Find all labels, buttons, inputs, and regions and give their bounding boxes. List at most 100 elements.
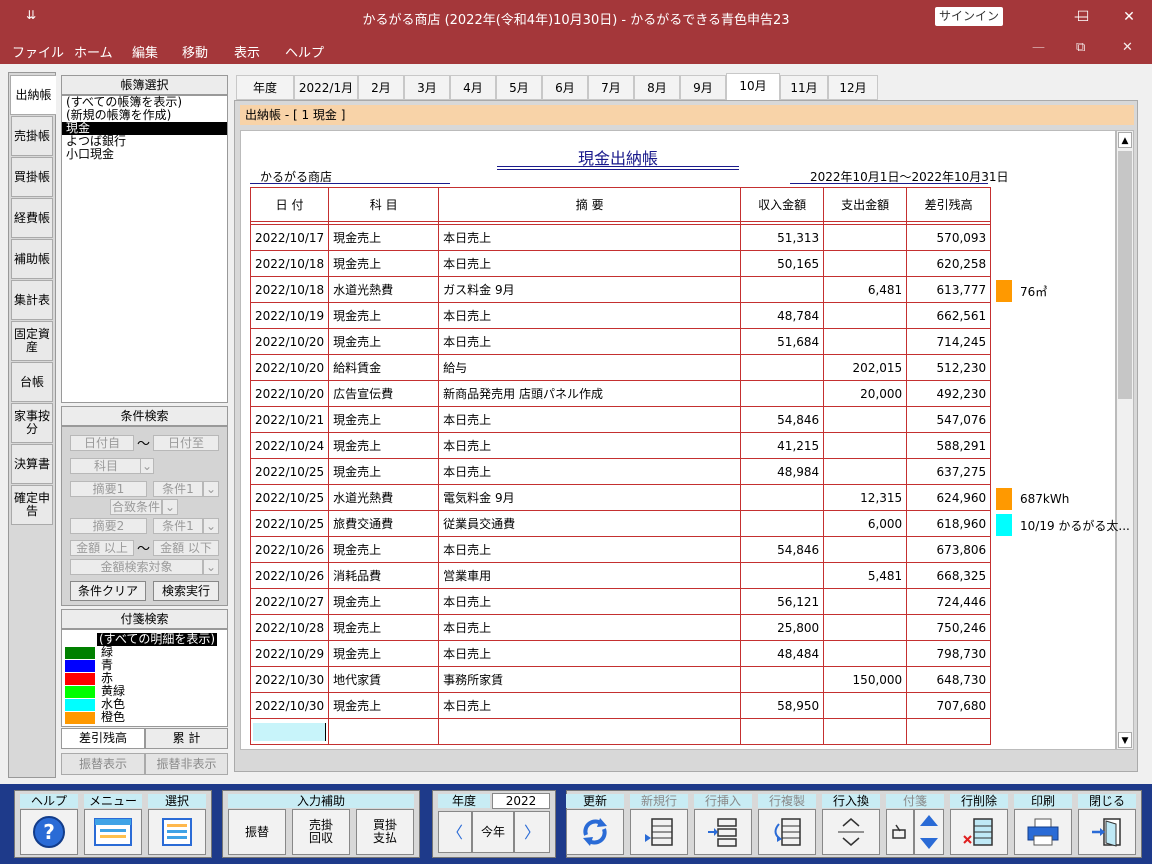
tag-item-all[interactable]: (すべての明細を表示) (97, 633, 218, 646)
cell-memo[interactable]: 事務所家賃 (438, 666, 742, 693)
cell-balance[interactable]: 668,325 (906, 562, 992, 589)
cell-income[interactable]: 51,313 (740, 224, 825, 251)
cell-memo[interactable]: 本日売上 (438, 692, 742, 719)
cell-memo[interactable]: 本日売上 (438, 302, 742, 329)
table-row[interactable]: 2022/10/18 現金売上 本日売上 50,165 620,258 (249, 250, 992, 277)
nav-financial-statements[interactable]: 決算書 (11, 444, 53, 484)
cell-date[interactable]: 2022/10/20 (249, 328, 330, 355)
tag-item[interactable]: 水色 (62, 698, 227, 711)
cell-date[interactable]: 2022/10/24 (249, 432, 330, 459)
table-row[interactable]: 2022/10/20 現金売上 本日売上 51,684 714,245 (249, 328, 992, 355)
transfer-hide-tab[interactable]: 振替非表示 (145, 753, 228, 775)
cell-income[interactable]: 54,846 (740, 406, 825, 433)
row-note[interactable]: 10/19 かるがる太... (996, 514, 1130, 536)
maximize-button[interactable]: ☐ (1060, 0, 1106, 34)
cell-balance[interactable]: 613,777 (906, 276, 992, 303)
cell-memo[interactable]: 本日売上 (438, 614, 742, 641)
cell-date[interactable]: 2022/10/25 (249, 458, 330, 485)
cell-balance[interactable]: 750,246 (906, 614, 992, 641)
cell-expense[interactable] (823, 692, 908, 719)
table-row[interactable]: 2022/10/18 水道光熱費 ガス料金 9月 6,481 613,777 (249, 276, 992, 303)
cell-expense[interactable] (823, 614, 908, 641)
cell-date[interactable]: 2022/10/26 (249, 536, 330, 563)
date-from-input[interactable]: 日付自 (70, 435, 134, 451)
transfer-button[interactable]: 振替 (228, 809, 286, 855)
cell-expense[interactable] (823, 302, 908, 329)
nav-register[interactable]: 台帳 (11, 362, 53, 402)
cell-account[interactable]: 現金売上 (328, 614, 440, 641)
row-note[interactable]: 76㎥ (996, 280, 1047, 302)
tab-fiscal-year[interactable]: 年度 (236, 75, 294, 100)
cell-account[interactable]: 現金売上 (328, 432, 440, 459)
cell-income[interactable]: 50,165 (740, 250, 825, 277)
cell-memo[interactable]: 営業車用 (438, 562, 742, 589)
cell-balance[interactable]: 707,680 (906, 692, 992, 719)
date-entry-input[interactable] (253, 722, 327, 741)
tab-cumulative[interactable]: 累 計 (145, 728, 228, 749)
cell-income[interactable]: 41,215 (740, 432, 825, 459)
cell-memo[interactable]: ガス料金 9月 (438, 276, 742, 303)
cell-date[interactable]: 2022/10/18 (249, 250, 330, 277)
cell-income[interactable]: 48,784 (740, 302, 825, 329)
tag-button[interactable] (886, 809, 914, 855)
cell-balance[interactable]: 673,806 (906, 536, 992, 563)
cell-expense[interactable]: 6,000 (823, 510, 908, 537)
scroll-thumb[interactable] (1118, 151, 1132, 399)
cell-expense[interactable] (823, 640, 908, 667)
cell-date[interactable]: 2022/10/20 (249, 380, 330, 407)
cell-expense[interactable]: 150,000 (823, 666, 908, 693)
tab-month-1[interactable]: 2022/1月 (294, 75, 358, 100)
table-row[interactable]: 2022/10/20 広告宣伝費 新商品発売用 店頭パネル作成 20,000 492,2… (249, 380, 992, 407)
empty-cell[interactable] (823, 718, 908, 745)
cell-account[interactable]: 水道光熱費 (328, 276, 440, 303)
cell-balance[interactable]: 648,730 (906, 666, 992, 693)
cell-expense[interactable]: 6,481 (823, 276, 908, 303)
cell-expense[interactable] (823, 458, 908, 485)
cell-date[interactable]: 2022/10/30 (249, 692, 330, 719)
table-row[interactable]: 2022/10/17 現金売上 本日売上 51,313 570,093 (249, 224, 992, 251)
combine-dropdown-icon[interactable]: ⌄ (162, 499, 178, 515)
empty-cell[interactable] (740, 718, 825, 745)
empty-cell[interactable] (328, 718, 440, 745)
cell-memo[interactable]: 本日売上 (438, 588, 742, 615)
cell-account[interactable]: 給料賃金 (328, 354, 440, 381)
table-row[interactable]: 2022/10/27 現金売上 本日売上 56,121 724,446 (249, 588, 992, 615)
tab-month-9[interactable]: 9月 (680, 75, 726, 100)
empty-cell[interactable] (249, 718, 330, 745)
new-row-button[interactable] (630, 809, 688, 855)
tab-month-3[interactable]: 3月 (404, 75, 450, 100)
cell-balance[interactable]: 547,076 (906, 406, 992, 433)
tab-month-5[interactable]: 5月 (496, 75, 542, 100)
prev-year-button[interactable]: 〈 (438, 811, 472, 853)
tab-month-7[interactable]: 7月 (588, 75, 634, 100)
nav-receivables[interactable]: 売掛帳 (11, 116, 53, 156)
next-year-button[interactable]: 〉 (514, 811, 550, 853)
cell-account[interactable]: 現金売上 (328, 406, 440, 433)
cell-account[interactable]: 旅費交通費 (328, 510, 440, 537)
table-row[interactable]: 2022/10/26 現金売上 本日売上 54,846 673,806 (249, 536, 992, 563)
table-row[interactable]: 2022/10/29 現金売上 本日売上 48,484 798,730 (249, 640, 992, 667)
cell-balance[interactable]: 637,275 (906, 458, 992, 485)
cell-income[interactable] (740, 510, 825, 537)
cell-memo[interactable]: 本日売上 (438, 224, 742, 251)
tag-updown-button[interactable] (914, 809, 944, 855)
cell-income[interactable] (740, 380, 825, 407)
close-button[interactable] (1078, 809, 1136, 855)
nav-household-split[interactable]: 家事按分 (11, 403, 53, 443)
tab-month-12[interactable]: 12月 (828, 75, 878, 100)
doc-minimize-icon[interactable]: — (1032, 40, 1045, 55)
this-year-button[interactable]: 今年 (472, 811, 514, 853)
cell-expense[interactable] (823, 432, 908, 459)
cell-date[interactable]: 2022/10/25 (249, 510, 330, 537)
cell-income[interactable] (740, 562, 825, 589)
cell-date[interactable]: 2022/10/29 (249, 640, 330, 667)
amount-min-input[interactable]: 金額 以上 (70, 540, 134, 556)
table-row[interactable]: 2022/10/19 現金売上 本日売上 48,784 662,561 (249, 302, 992, 329)
cell-account[interactable]: 現金売上 (328, 588, 440, 615)
tag-item[interactable]: 青 (62, 659, 227, 672)
nav-tax-return[interactable]: 確定申告 (11, 485, 53, 525)
nav-payables[interactable]: 買掛帳 (11, 157, 53, 197)
amount-max-input[interactable]: 金額 以下 (153, 540, 219, 556)
cell-balance[interactable]: 570,093 (906, 224, 992, 251)
menu-help[interactable]: ヘルプ (285, 42, 324, 61)
